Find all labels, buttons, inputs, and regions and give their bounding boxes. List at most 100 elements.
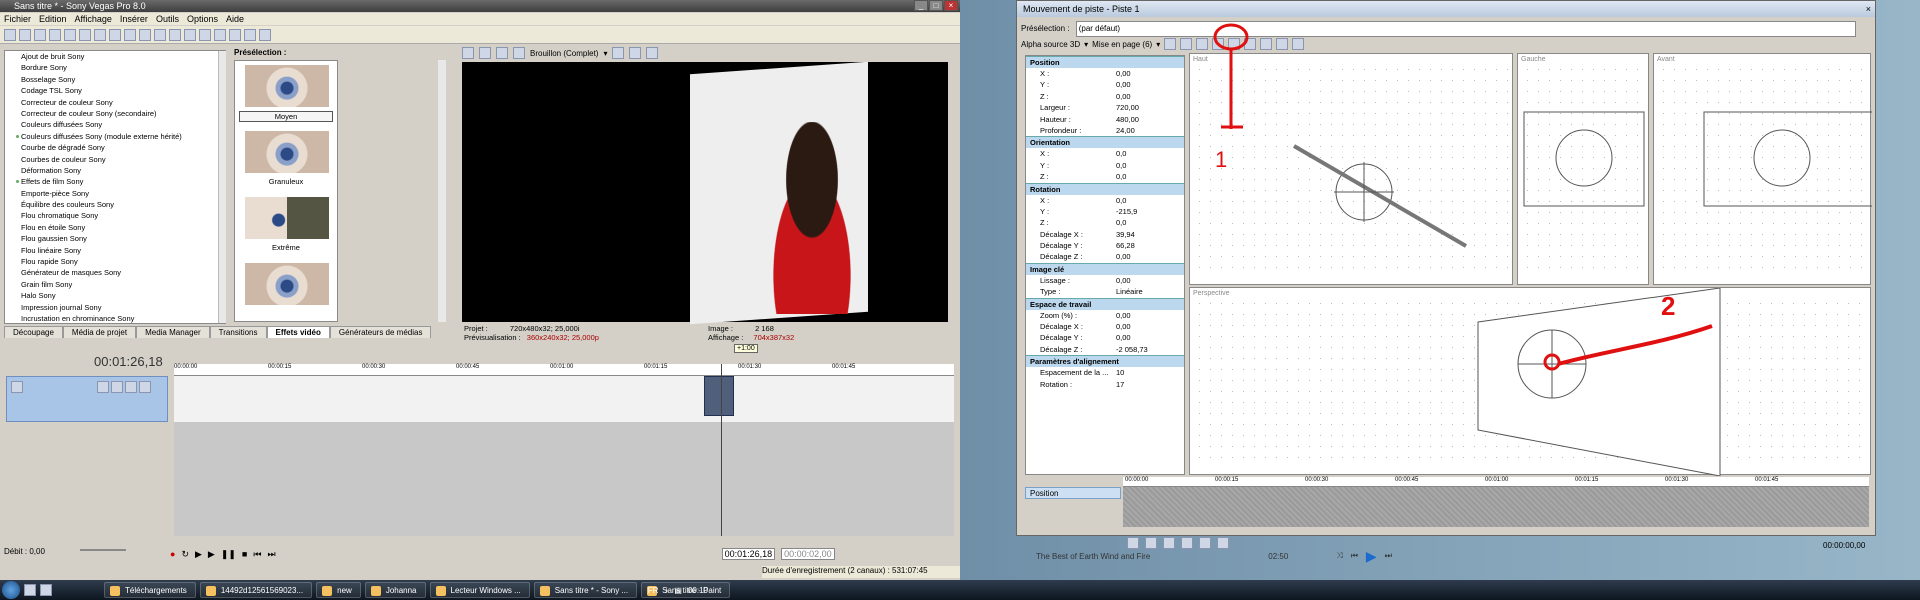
- next-keyframe-icon[interactable]: [1163, 537, 1175, 549]
- clock[interactable]: 00:10: [688, 586, 708, 595]
- video-clip[interactable]: [704, 376, 734, 416]
- save-icon[interactable]: [34, 29, 46, 41]
- effect-item[interactable]: Flou rapide Sony: [5, 256, 225, 267]
- tab-effets-video[interactable]: Effets vidéo: [266, 326, 330, 338]
- effect-item[interactable]: Bosselage Sony: [5, 74, 225, 85]
- property-value[interactable]: 0,0: [1116, 195, 1176, 206]
- effect-item[interactable]: Générateur de masques Sony: [5, 267, 225, 278]
- property-value[interactable]: 0,0: [1116, 217, 1176, 228]
- split-screen-icon[interactable]: [513, 47, 525, 59]
- task-telechargements[interactable]: Téléchargements: [104, 582, 196, 598]
- section-header[interactable]: Orientation: [1026, 136, 1184, 149]
- section-header[interactable]: Image clé: [1026, 262, 1184, 275]
- autoripple-icon[interactable]: [184, 29, 196, 41]
- effect-item[interactable]: Codage TSL Sony: [5, 85, 225, 96]
- minimize-button[interactable]: _: [914, 0, 928, 11]
- solo-icon[interactable]: [139, 381, 151, 393]
- effect-item[interactable]: Bordure Sony: [5, 62, 225, 73]
- switch-windows-icon[interactable]: [40, 584, 52, 596]
- layout-dropdown[interactable]: Mise en page (6): [1092, 40, 1152, 49]
- property-value[interactable]: 0,00: [1116, 321, 1176, 332]
- effect-item[interactable]: Couleurs diffusées Sony (module externe …: [5, 131, 225, 142]
- task-sony-vegas[interactable]: Sans titre * - Sony ...: [533, 582, 638, 598]
- open-icon[interactable]: [19, 29, 31, 41]
- selection-tool-icon[interactable]: [229, 29, 241, 41]
- view-avant[interactable]: Avant: [1653, 53, 1872, 285]
- edit-position-icon[interactable]: [1180, 38, 1193, 50]
- property-value[interactable]: 0,0: [1116, 160, 1176, 171]
- preset-moyen[interactable]: Moyen: [239, 65, 333, 122]
- chevron-down-icon[interactable]: ▾: [603, 49, 607, 58]
- property-value[interactable]: 0,00: [1116, 91, 1176, 102]
- play-from-start-icon[interactable]: ▶: [195, 549, 202, 560]
- menu-options[interactable]: Options: [187, 13, 218, 25]
- effect-item[interactable]: Équilibre des couleurs Sony: [5, 199, 225, 210]
- go-start-icon[interactable]: ⏮: [253, 549, 261, 560]
- effect-item[interactable]: Courbes de couleur Sony: [5, 154, 225, 165]
- task-new[interactable]: new: [316, 582, 361, 598]
- preset-dropdown[interactable]: (par défaut): [1075, 21, 1856, 37]
- effect-item[interactable]: Flou en étoile Sony: [5, 222, 225, 233]
- view-gauche[interactable]: Gauche: [1517, 53, 1649, 285]
- property-value[interactable]: -2 058,73: [1116, 344, 1176, 355]
- add-keyframe-icon[interactable]: [1199, 537, 1211, 549]
- perspective-gizmo[interactable]: [1190, 288, 1872, 476]
- chevron-down-icon[interactable]: ▾: [1084, 40, 1088, 49]
- menu-outils[interactable]: Outils: [156, 13, 179, 25]
- play-icon[interactable]: ▶: [208, 549, 215, 560]
- stop-icon[interactable]: ■: [242, 549, 247, 559]
- external-monitor-icon[interactable]: [479, 47, 491, 59]
- help-icon[interactable]: [259, 29, 271, 41]
- property-value[interactable]: 0,0: [1116, 148, 1176, 159]
- tab-media-manager[interactable]: Media Manager: [136, 326, 210, 338]
- tab-generateurs[interactable]: Générateurs de médias: [329, 326, 432, 338]
- effect-item[interactable]: Emporte-pièce Sony: [5, 188, 225, 199]
- timeline-cursor[interactable]: [721, 364, 722, 536]
- project-properties-icon[interactable]: [462, 47, 474, 59]
- menu-fichier[interactable]: Fichier: [4, 13, 31, 25]
- preview-fx-icon[interactable]: [496, 47, 508, 59]
- effect-item[interactable]: Correcteur de couleur Sony (secondaire): [5, 108, 225, 119]
- effects-scrollbar[interactable]: [218, 51, 226, 323]
- mute-icon[interactable]: [125, 381, 137, 393]
- keyframe-track-position[interactable]: Position: [1025, 487, 1121, 499]
- menu-affichage[interactable]: Affichage: [75, 13, 112, 25]
- prevent-movement-icon[interactable]: [1276, 38, 1289, 50]
- maximize-button[interactable]: □: [929, 0, 943, 11]
- snap-icon[interactable]: [169, 29, 181, 41]
- expand-track-icon[interactable]: [11, 381, 23, 393]
- delete-icon[interactable]: [124, 29, 136, 41]
- property-value[interactable]: 0,00: [1116, 332, 1176, 343]
- task-johanna[interactable]: Johanna: [364, 582, 426, 598]
- property-value[interactable]: 66,28: [1116, 240, 1176, 251]
- edit-rotation-icon[interactable]: [1164, 38, 1177, 50]
- lock-aspect-icon[interactable]: [1292, 38, 1305, 50]
- language-indicator[interactable]: FR: [648, 586, 659, 595]
- property-value[interactable]: 0,0: [1116, 171, 1176, 182]
- property-value[interactable]: 0,00: [1116, 251, 1176, 262]
- previous-icon[interactable]: ⏮: [1351, 551, 1358, 561]
- effect-item[interactable]: Effets de film Sony: [5, 176, 225, 187]
- chevron-down-icon[interactable]: ▾: [1156, 40, 1160, 49]
- timeline-ruler[interactable]: 00:00:00 00:00:15 00:00:30 00:00:45 00:0…: [174, 364, 954, 376]
- property-value[interactable]: 480,00: [1116, 114, 1176, 125]
- redo-icon[interactable]: [154, 29, 166, 41]
- task-lecteur-windows[interactable]: Lecteur Windows ...: [429, 582, 530, 598]
- effect-item[interactable]: Impression journal Sony: [5, 302, 225, 313]
- effect-item[interactable]: Flou chromatique Sony: [5, 210, 225, 221]
- property-value[interactable]: 39,94: [1116, 229, 1176, 240]
- section-header[interactable]: Paramètres d'alignement: [1026, 355, 1184, 368]
- show-desktop-icon[interactable]: [24, 584, 36, 596]
- property-value[interactable]: 17: [1116, 379, 1176, 390]
- effect-item[interactable]: Ajout de bruit Sony: [5, 51, 225, 62]
- shuffle-icon[interactable]: ⤨: [1336, 551, 1342, 561]
- tab-media-projet[interactable]: Média de projet: [62, 326, 137, 338]
- effect-item[interactable]: Incrustation en chrominance Sony: [5, 313, 225, 323]
- delete-keyframe-icon[interactable]: [1217, 537, 1229, 549]
- track-motion-ruler[interactable]: 00:00:00 00:00:15 00:00:30 00:00:45 00:0…: [1123, 477, 1869, 487]
- preset-scrollbar[interactable]: [438, 60, 446, 322]
- track-motion-icon[interactable]: [97, 381, 109, 393]
- start-button[interactable]: [2, 581, 20, 599]
- properties-icon[interactable]: [49, 29, 61, 41]
- video-track-header[interactable]: [6, 376, 168, 422]
